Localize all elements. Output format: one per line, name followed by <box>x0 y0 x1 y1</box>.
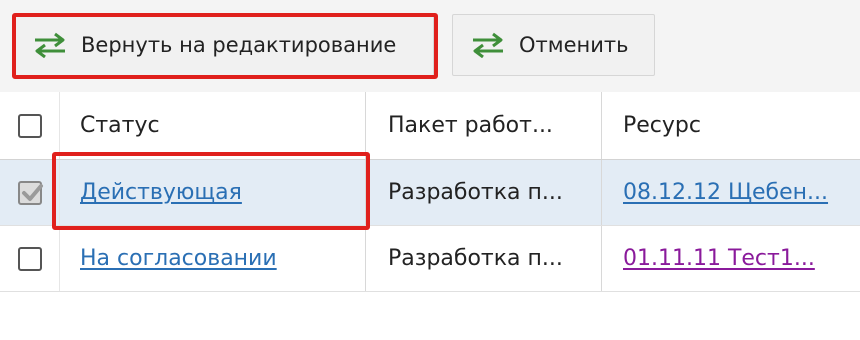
status-link[interactable]: Действующая <box>80 180 242 205</box>
swap-arrows-icon <box>469 32 507 59</box>
row-checkbox[interactable] <box>17 180 43 205</box>
row-select-cell <box>0 226 60 291</box>
cancel-button[interactable]: Отменить <box>452 14 655 76</box>
package-cell: Разработка п... <box>365 160 601 225</box>
column-header-package[interactable]: Пакет работ... <box>365 92 601 159</box>
table-row[interactable]: На согласовании Разработка п... 01.11.11… <box>0 226 860 292</box>
row-select-cell <box>0 160 60 225</box>
toolbar: Вернуть на редактирование Отменить <box>0 0 860 92</box>
status-cell: На согласовании <box>60 226 365 291</box>
resource-cell: 01.11.11 Тест1... <box>601 226 860 291</box>
swap-arrows-icon <box>31 32 69 59</box>
return-to-editing-label: Вернуть на редактирование <box>81 33 397 57</box>
app-window: Вернуть на редактирование Отменить Стату… <box>0 0 860 340</box>
package-cell: Разработка п... <box>365 226 601 291</box>
checkmark-icon <box>21 183 43 201</box>
resource-link[interactable]: 01.11.11 Тест1... <box>623 246 815 271</box>
resource-link[interactable]: 08.12.12 Щебен... <box>623 180 828 205</box>
data-grid: Статус Пакет работ... Ресурс Действующая… <box>0 92 860 292</box>
resource-cell: 08.12.12 Щебен... <box>601 160 860 225</box>
status-link[interactable]: На согласовании <box>80 246 277 271</box>
column-header-status[interactable]: Статус <box>60 92 365 159</box>
select-all-cell <box>0 92 60 159</box>
table-header-row: Статус Пакет работ... Ресурс <box>0 92 860 160</box>
table-row[interactable]: Действующая Разработка п... 08.12.12 Щеб… <box>0 160 860 226</box>
row-checkbox[interactable] <box>17 246 42 271</box>
select-all-checkbox[interactable] <box>17 113 42 138</box>
cancel-label: Отменить <box>519 33 629 57</box>
status-cell: Действующая <box>60 160 365 225</box>
column-header-resource[interactable]: Ресурс <box>601 92 860 159</box>
return-to-editing-button[interactable]: Вернуть на редактирование <box>14 14 434 76</box>
